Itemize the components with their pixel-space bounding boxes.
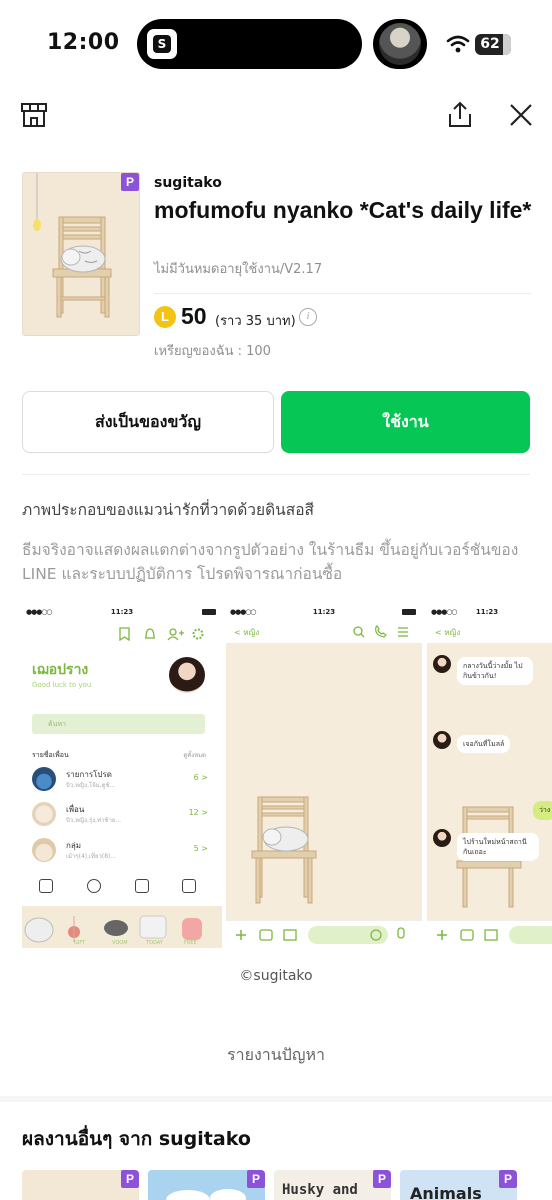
preview-list-item: รายการโปรด บิว,หญิง,โจ้ม,ตูช้... 6 >: [32, 765, 208, 793]
theme-thumbnail: P: [22, 172, 140, 336]
theme-title: mofumofu nyanko *Cat's daily life*: [154, 197, 532, 223]
preview-section-action: ดูทั้งหมด: [183, 752, 206, 759]
share-icon[interactable]: [445, 100, 475, 130]
author-name[interactable]: sugitako: [154, 175, 222, 191]
preview-chat-screen: ●●●○○ 11:23 < หญิง: [226, 603, 422, 948]
clock: 12:00: [47, 30, 120, 55]
preview-chat-input: [226, 920, 422, 948]
send-as-gift-button[interactable]: ส่งเป็นของขวัญ: [22, 391, 274, 453]
live-activity-avatar[interactable]: [373, 19, 427, 69]
chair-cat-wallpaper: [251, 796, 317, 904]
copyright-credit: ©sugitako: [239, 968, 313, 984]
price: 50: [181, 303, 207, 329]
divider: [154, 293, 531, 294]
close-icon[interactable]: [506, 100, 536, 130]
preview-status-message: Good luck to you: [32, 681, 92, 689]
home-header-icons: [119, 627, 204, 641]
wifi-icon: [446, 35, 470, 53]
preview-user-name: เฌอปราง: [32, 662, 89, 678]
dynamic-island[interactable]: S: [137, 19, 362, 69]
preview-list-item: เพื่อน บิว,หญิง,รุ่ง,ท่าช้าย... 12 >: [32, 800, 208, 828]
preview-sticker-bar: GIFT VOOM TODAY FREE: [22, 906, 222, 948]
theme-preview-carousel[interactable]: ●●●○○ 11:23 เฌอปราง Good luck to you ค้น…: [22, 603, 552, 948]
preview-tab-bar: [22, 875, 222, 907]
shop-icon[interactable]: [19, 100, 49, 130]
more-theme-card[interactable]: P: [22, 1170, 139, 1200]
price-approx: (ราว 35 บาท): [215, 314, 296, 329]
my-coins: เหรียญของฉัน : 100: [154, 344, 271, 359]
report-problem-link[interactable]: รายงานปัญหา: [0, 1043, 552, 1068]
more-theme-card[interactable]: P: [148, 1170, 265, 1200]
preview-chat-messages-screen: ●●●○○ 11:23 < หญิง กลางวันนี้ว่างมั้ย ไป…: [427, 603, 552, 948]
preview-home-screen: ●●●○○ 11:23 เฌอปราง Good luck to you ค้น…: [22, 603, 222, 948]
preview-list-item: กลุ่ม เม้าๆ(4),เที่ยว(8)... 5 >: [32, 836, 208, 864]
use-button[interactable]: ใช้งาน: [281, 391, 530, 453]
more-theme-card[interactable]: Husky and P: [274, 1170, 391, 1200]
info-icon[interactable]: i: [299, 308, 317, 326]
battery-indicator: 62: [475, 34, 511, 55]
divider: [22, 474, 530, 475]
more-from-author-title: ผลงานอื่นๆ จาก sugitako: [22, 1128, 251, 1150]
section-separator: [0, 1096, 552, 1102]
line-coin-icon: L: [154, 306, 176, 328]
status-bar: 12:00 S 62: [0, 0, 552, 88]
preview-search-bar: ค้นหา: [32, 714, 205, 734]
cat-on-chair-illustration: [23, 173, 139, 335]
theme-description: ภาพประกอบของแมวน่ารักที่วาดด้วยดินสอสี: [22, 501, 314, 519]
more-theme-card[interactable]: Animals P: [400, 1170, 517, 1200]
validity-version: ไม่มีวันหมดอายุใช้งาน/V2.17: [154, 262, 323, 277]
live-activity-app-icon: S: [147, 29, 177, 59]
preview-section-label: รายชื่อเพื่อน: [32, 751, 69, 759]
theme-notice: ธีมจริงอาจแสดงผลแตกต่างจากรูปตัวอย่าง ใน…: [22, 541, 519, 583]
premium-badge: P: [121, 173, 139, 191]
preview-user-avatar: [169, 657, 205, 693]
